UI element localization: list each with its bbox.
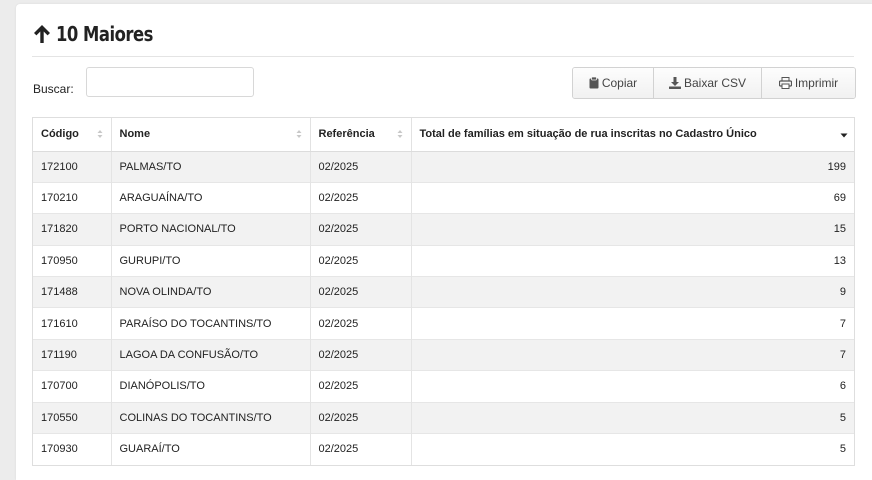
cell-referencia: 02/2025 bbox=[310, 181, 412, 214]
cell-referencia: 02/2025 bbox=[310, 338, 412, 371]
print-button-label: Imprimir bbox=[794, 76, 839, 90]
printer-icon bbox=[778, 77, 792, 89]
cell-codigo: 170930 bbox=[33, 433, 112, 465]
data-table: Código Nome Referência Total de famílias… bbox=[32, 117, 855, 466]
column-header-referencia[interactable]: Referência bbox=[310, 118, 412, 152]
column-header-total[interactable]: Total de famílias em situação de rua ins… bbox=[411, 118, 854, 152]
download-csv-label: Baixar CSV bbox=[683, 76, 747, 90]
table-body: 172100 PALMAS/TO 02/2025 199 170210 ARAGUAÍNA… bbox=[33, 150, 854, 465]
cell-codigo: 171610 bbox=[33, 307, 112, 340]
column-header-nome[interactable]: Nome bbox=[111, 118, 311, 152]
cell-nome: NOVA OLINDA/TO bbox=[111, 276, 311, 308]
table-row: 171820 PORTO NACIONAL/TO 02/2025 15 bbox=[33, 213, 854, 246]
table-row: 171190 LAGOA DA CONFUSÃO/TO 02/2025 7 bbox=[33, 338, 854, 371]
download-csv-button[interactable]: Baixar CSV bbox=[654, 68, 762, 98]
page-title: 10 Maiores bbox=[56, 22, 153, 46]
table-row: 171610 PARAÍSO DO TOCANTINS/TO 02/2025 7 bbox=[33, 307, 854, 340]
title-divider bbox=[32, 56, 854, 57]
table-row: 170930 GUARAÍ/TO 02/2025 5 bbox=[33, 433, 854, 465]
cell-total: 199 bbox=[411, 150, 854, 183]
cell-total: 6 bbox=[411, 370, 854, 403]
cell-total: 9 bbox=[411, 276, 854, 308]
sort-icon bbox=[97, 130, 102, 138]
search-label: Buscar: bbox=[33, 82, 74, 96]
search-input[interactable] bbox=[86, 67, 254, 97]
cell-codigo: 170550 bbox=[33, 401, 112, 434]
panel-card: 10 Maiores Buscar: Copiar Baixar CSV Imp… bbox=[16, 4, 872, 480]
cell-referencia: 02/2025 bbox=[310, 150, 412, 183]
table-header-row: Código Nome Referência Total de famílias… bbox=[33, 118, 854, 152]
print-button[interactable]: Imprimir bbox=[762, 68, 855, 98]
cell-nome: PORTO NACIONAL/TO bbox=[111, 213, 311, 246]
cell-total: 5 bbox=[411, 433, 854, 465]
arrow-up-icon bbox=[34, 25, 50, 43]
cell-codigo: 171820 bbox=[33, 213, 112, 246]
cell-codigo: 170700 bbox=[33, 370, 112, 403]
cell-total: 69 bbox=[411, 181, 854, 214]
table-row: 172100 PALMAS/TO 02/2025 199 bbox=[33, 150, 854, 183]
cell-total: 7 bbox=[411, 307, 854, 340]
cell-referencia: 02/2025 bbox=[310, 307, 412, 340]
cell-total: 7 bbox=[411, 338, 854, 371]
cell-referencia: 02/2025 bbox=[310, 276, 412, 308]
table-row: 170210 ARAGUAÍNA/TO 02/2025 69 bbox=[33, 181, 854, 214]
copy-button-label: Copiar bbox=[601, 76, 638, 90]
copy-button[interactable]: Copiar bbox=[573, 68, 654, 98]
cell-nome: LAGOA DA CONFUSÃO/TO bbox=[111, 338, 311, 371]
cell-codigo: 170950 bbox=[33, 244, 112, 277]
table-row: 170550 COLINAS DO TOCANTINS/TO 02/2025 5 bbox=[33, 401, 854, 434]
cell-nome: GUARAÍ/TO bbox=[111, 433, 311, 465]
clipboard-icon bbox=[589, 77, 599, 89]
sort-icon bbox=[397, 130, 402, 138]
download-icon bbox=[668, 77, 681, 89]
table-row: 170700 DIANÓPOLIS/TO 02/2025 6 bbox=[33, 370, 854, 403]
cell-codigo: 172100 bbox=[33, 150, 112, 183]
cell-codigo: 171488 bbox=[33, 276, 112, 308]
table-row: 171488 NOVA OLINDA/TO 02/2025 9 bbox=[33, 276, 854, 308]
cell-referencia: 02/2025 bbox=[310, 370, 412, 403]
sort-icon bbox=[296, 130, 301, 138]
cell-total: 5 bbox=[411, 401, 854, 434]
cell-codigo: 170210 bbox=[33, 181, 112, 214]
cell-nome: PARAÍSO DO TOCANTINS/TO bbox=[111, 307, 311, 340]
export-button-group: Copiar Baixar CSV Imprimir bbox=[572, 67, 856, 99]
cell-nome: PALMAS/TO bbox=[111, 150, 311, 183]
sort-desc-icon bbox=[840, 133, 848, 138]
page-title-row: 10 Maiores bbox=[32, 20, 174, 48]
cell-referencia: 02/2025 bbox=[310, 401, 412, 434]
table-row: 170950 GURUPI/TO 02/2025 13 bbox=[33, 244, 854, 277]
cell-total: 15 bbox=[411, 213, 854, 246]
cell-total: 13 bbox=[411, 244, 854, 277]
cell-nome: GURUPI/TO bbox=[111, 244, 311, 277]
cell-nome: DIANÓPOLIS/TO bbox=[111, 370, 311, 403]
cell-nome: ARAGUAÍNA/TO bbox=[111, 181, 311, 214]
cell-referencia: 02/2025 bbox=[310, 244, 412, 277]
cell-codigo: 171190 bbox=[33, 338, 112, 371]
cell-referencia: 02/2025 bbox=[310, 213, 412, 246]
cell-nome: COLINAS DO TOCANTINS/TO bbox=[111, 401, 311, 434]
column-header-codigo[interactable]: Código bbox=[33, 118, 112, 152]
cell-referencia: 02/2025 bbox=[310, 433, 412, 465]
